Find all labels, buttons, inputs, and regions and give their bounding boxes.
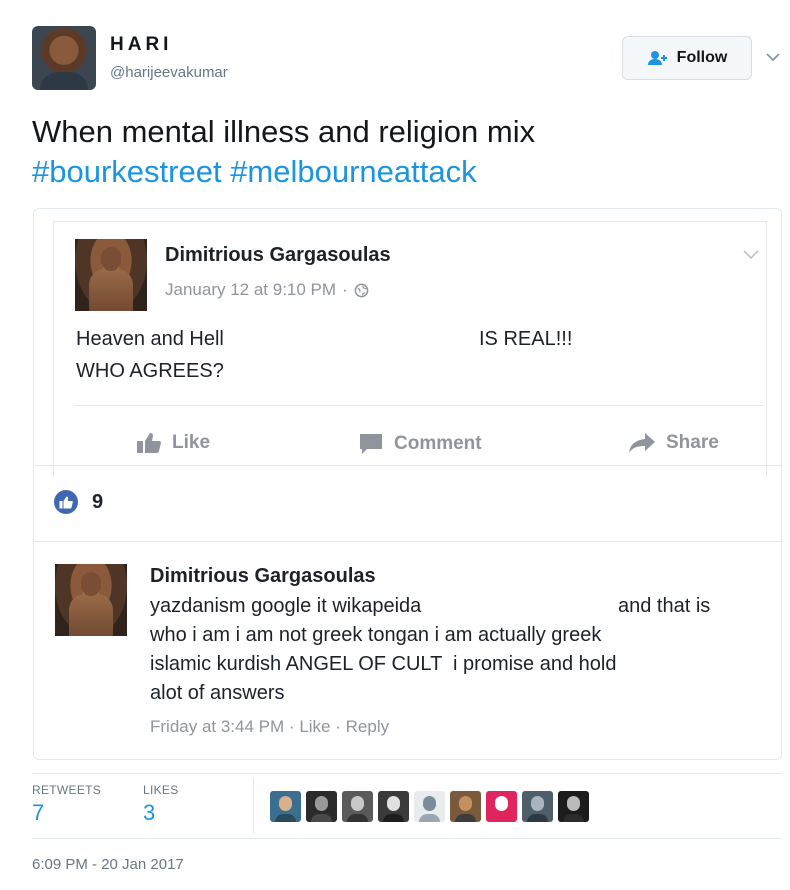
fb-post: Dimitrious Gargasoulas January 12 at 9:1… — [53, 221, 767, 477]
divider — [74, 405, 764, 406]
divider — [32, 773, 782, 774]
author-display-name[interactable]: HARI — [110, 34, 172, 56]
embedded-image[interactable]: Dimitrious Gargasoulas January 12 at 9:1… — [33, 208, 782, 760]
fb-separator: · — [342, 280, 348, 299]
thumbs-up-icon — [137, 433, 161, 453]
tweet-body: When mental illness and religion mix — [32, 114, 536, 149]
like-reaction-icon — [54, 490, 78, 514]
fb-post-author: Dimitrious Gargasoulas — [165, 244, 391, 266]
add-user-icon — [647, 51, 667, 65]
hashtag-link[interactable]: #bourkestreet — [32, 154, 222, 189]
fb-comment-text: yazdanism google it wikapeida — [150, 595, 422, 617]
fb-like-count: 9 — [92, 491, 104, 513]
author-handle[interactable]: @harijeevakumar — [110, 64, 228, 81]
liker-avatar-2[interactable] — [306, 791, 337, 822]
chevron-down-icon[interactable] — [764, 48, 782, 66]
likers-avatars — [270, 791, 589, 822]
fb-comment-action: Comment — [358, 432, 482, 456]
fb-author-avatar — [75, 239, 147, 311]
tweet-timestamp[interactable]: 6:09 PM - 20 Jan 2017 — [32, 856, 184, 873]
fb-comment-text: and that is — [618, 595, 711, 617]
fb-post-text: IS REAL!!! — [479, 328, 573, 350]
fb-post-date: January 12 at 9:10 PM — [165, 280, 337, 299]
fb-comment-meta: Friday at 3:44 PM · Like · Reply — [150, 717, 389, 737]
share-arrow-icon — [629, 433, 655, 453]
fb-comment-text: alot of answers — [150, 682, 285, 704]
fb-like-label: Like — [172, 432, 211, 453]
fb-share-label: Share — [666, 432, 719, 453]
globe-icon — [354, 283, 369, 297]
fb-comment-time: Friday at 3:44 PM — [150, 717, 285, 736]
fb-comment-text: who i am i am not greek tongan i am actu… — [150, 624, 602, 646]
fb-comment-like-link: Like — [299, 717, 331, 736]
retweets-label: RETWEETS — [32, 783, 102, 797]
fb-separator: · — [335, 717, 341, 736]
retweets-count[interactable]: 7 — [32, 800, 44, 826]
fb-comment-author: Dimitrious Gargasoulas — [150, 565, 376, 587]
liker-avatar-8[interactable] — [522, 791, 553, 822]
fb-comment-reply-link: Reply — [345, 717, 390, 736]
liker-avatar-4[interactable] — [378, 791, 409, 822]
comment-icon — [360, 434, 382, 454]
tweet-text: When mental illness and religion mix #bo… — [32, 112, 772, 192]
follow-button-label: Follow — [676, 49, 728, 66]
fb-comment-label: Comment — [394, 433, 482, 454]
fb-post-meta: January 12 at 9:10 PM · — [165, 280, 369, 300]
divider — [32, 838, 782, 839]
divider — [34, 465, 781, 466]
liker-avatar-7[interactable] — [486, 791, 517, 822]
chevron-down-icon — [743, 250, 759, 260]
fb-commenter-avatar — [55, 564, 127, 636]
likes-count[interactable]: 3 — [143, 800, 155, 826]
liker-avatar-1[interactable] — [270, 791, 301, 822]
likes-label: LIKES — [143, 783, 179, 797]
liker-avatar-6[interactable] — [450, 791, 481, 822]
author-avatar[interactable] — [32, 26, 96, 90]
fb-like-action: Like — [136, 432, 210, 454]
hashtag-link[interactable]: #melbourneattack — [230, 154, 476, 189]
fb-post-text: Heaven and Hell — [76, 328, 224, 350]
fb-post-text: WHO AGREES? — [76, 360, 224, 382]
fb-share-action: Share — [628, 432, 719, 454]
liker-avatar-5[interactable] — [414, 791, 445, 822]
divider — [253, 778, 254, 834]
liker-avatar-3[interactable] — [342, 791, 373, 822]
fb-separator: · — [288, 717, 295, 736]
follow-button[interactable]: Follow — [622, 36, 752, 80]
liker-avatar-9[interactable] — [558, 791, 589, 822]
divider — [34, 541, 781, 542]
fb-comment-text: islamic kurdish ANGEL OF CULT i promise … — [150, 653, 617, 675]
